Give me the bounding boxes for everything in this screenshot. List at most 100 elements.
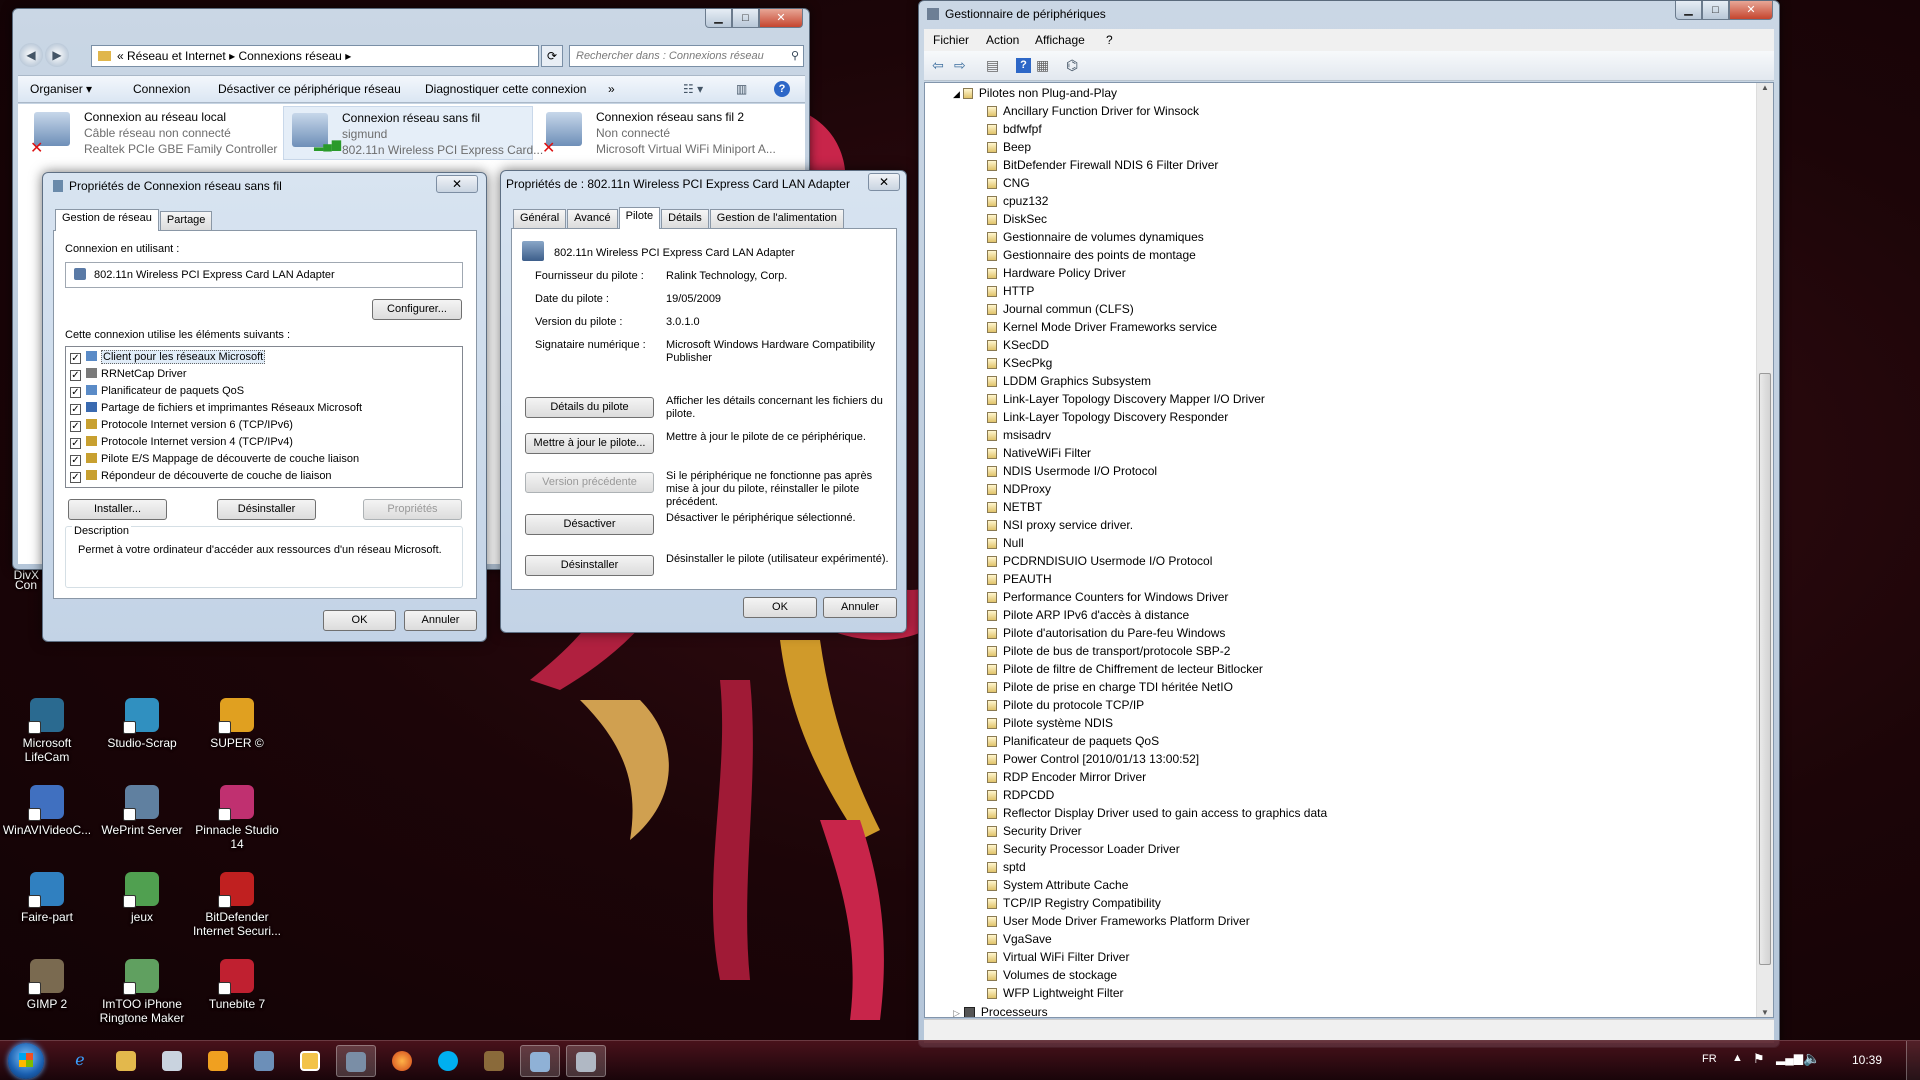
taskbar-media-icon[interactable]: [198, 1045, 238, 1077]
tab-details[interactable]: Détails: [661, 209, 709, 228]
connection-item[interactable]: ✕ Connexion réseau sans fil 2 Non connecté…: [538, 106, 788, 160]
driver-item[interactable]: Performance Counters for Windows Driver: [987, 588, 1327, 606]
driver-item[interactable]: NativeWiFi Filter: [987, 444, 1327, 462]
component-item[interactable]: ✓ Protocole Internet version 6 (TCP/IPv6): [66, 417, 462, 434]
close-button[interactable]: ✕: [868, 173, 900, 191]
checkbox[interactable]: ✓: [70, 421, 81, 432]
tab-networking[interactable]: Gestion de réseau: [55, 209, 159, 231]
tab-sharing[interactable]: Partage: [159, 211, 213, 230]
component-item[interactable]: ✓ Pilote E/S Mappage de découverte de cou…: [66, 451, 462, 468]
driver-item[interactable]: Power Control [2010/01/13 13:00:52]: [987, 750, 1327, 768]
taskbar-firefox-icon[interactable]: [382, 1045, 422, 1077]
cancel-button[interactable]: Annuler: [404, 610, 477, 631]
install-button[interactable]: Installer...: [68, 499, 167, 520]
driver-item[interactable]: Link-Layer Topology Discovery Mapper I/O…: [987, 390, 1327, 408]
checkbox[interactable]: ✓: [70, 353, 81, 364]
driver-item[interactable]: RDP Encoder Mirror Driver: [987, 768, 1327, 786]
taskbar-control-panel-icon[interactable]: [520, 1045, 560, 1077]
desktop-icon[interactable]: jeux: [95, 872, 189, 924]
taskbar-ie-icon[interactable]: ℯ: [60, 1045, 100, 1077]
driver-item[interactable]: Gestionnaire de volumes dynamiques: [987, 228, 1327, 246]
driver-item[interactable]: PEAUTH: [987, 570, 1327, 588]
view-options-icon[interactable]: ☷ ▾: [683, 76, 703, 103]
help-icon[interactable]: ?: [1016, 58, 1031, 73]
properties-button[interactable]: Propriétés: [363, 499, 462, 520]
driver-item[interactable]: NDProxy: [987, 480, 1327, 498]
driver-item[interactable]: Security Processor Loader Driver: [987, 840, 1327, 858]
driver-item[interactable]: HTTP: [987, 282, 1327, 300]
driver-item[interactable]: WFP Lightweight Filter: [987, 984, 1327, 1002]
driver-item[interactable]: Link-Layer Topology Discovery Responder: [987, 408, 1327, 426]
component-item[interactable]: ✓ Protocole Internet version 4 (TCP/IPv4): [66, 434, 462, 451]
view-icon[interactable]: ▤: [986, 51, 999, 79]
driver-item[interactable]: Ancillary Function Driver for Winsock: [987, 102, 1327, 120]
forward-icon[interactable]: ⇨: [954, 51, 966, 79]
scroll-thumb[interactable]: [1759, 373, 1771, 965]
driver-item[interactable]: KSecDD: [987, 336, 1327, 354]
driver-item[interactable]: System Attribute Cache: [987, 876, 1327, 894]
driver-item[interactable]: Beep: [987, 138, 1327, 156]
driver-item[interactable]: DiskSec: [987, 210, 1327, 228]
tab-advanced[interactable]: Avancé: [567, 209, 618, 228]
back-icon[interactable]: ◀: [19, 43, 43, 67]
search-input[interactable]: Rechercher dans : Connexions réseau ⚲: [569, 45, 804, 67]
ok-button[interactable]: OK: [743, 597, 817, 618]
help-icon[interactable]: ?: [774, 81, 790, 97]
taskbar-mail-icon[interactable]: [244, 1045, 284, 1077]
disable-device-button[interactable]: Désactiver ce périphérique réseau: [218, 76, 401, 103]
checkbox[interactable]: ✓: [70, 387, 81, 398]
tree-category[interactable]: ◢ Pilotes non Plug-and-Play: [953, 84, 1117, 102]
component-item[interactable]: ✓ Répondeur de découverte de couche de li…: [66, 468, 462, 485]
driver-item[interactable]: cpuz132: [987, 192, 1327, 210]
driver-action-button[interactable]: Version précédente: [525, 472, 654, 493]
desktop-icon[interactable]: BitDefender Internet Securi...: [190, 872, 284, 938]
minimize-button[interactable]: ▁: [1675, 1, 1702, 20]
tree-category[interactable]: ▷ Processeurs: [953, 1003, 1048, 1017]
uninstall-button[interactable]: Désinstaller: [217, 499, 316, 520]
taskbar-skype-icon[interactable]: [428, 1045, 468, 1077]
taskbar-tool-icon[interactable]: [474, 1045, 514, 1077]
driver-item[interactable]: RDPCDD: [987, 786, 1327, 804]
desktop-icon[interactable]: Faire-part: [0, 872, 94, 924]
component-item[interactable]: ✓ Client pour les réseaux Microsoft: [66, 349, 462, 366]
driver-item[interactable]: TCP/IP Registry Compatibility: [987, 894, 1327, 912]
breadcrumb-item[interactable]: Connexions réseau: [238, 49, 341, 63]
scan-hardware-icon[interactable]: ⌬: [1066, 51, 1078, 79]
desktop-icon[interactable]: ImTOO iPhone Ringtone Maker: [95, 959, 189, 1025]
driver-item[interactable]: Pilote système NDIS: [987, 714, 1327, 732]
driver-item[interactable]: Pilote d'autorisation du Pare-feu Window…: [987, 624, 1327, 642]
show-desktop-button[interactable]: [1906, 1041, 1920, 1080]
driver-item[interactable]: Reflector Display Driver used to gain ac…: [987, 804, 1327, 822]
desktop-icon[interactable]: Microsoft LifeCam: [0, 698, 94, 764]
start-button[interactable]: [8, 1043, 44, 1079]
tab-driver[interactable]: Pilote: [618, 207, 661, 229]
driver-item[interactable]: NETBT: [987, 498, 1327, 516]
driver-item[interactable]: Hardware Policy Driver: [987, 264, 1327, 282]
checkbox[interactable]: ✓: [70, 455, 81, 466]
desktop-icon[interactable]: Tunebite 7: [190, 959, 284, 1011]
taskbar-explorer-icon[interactable]: [106, 1045, 146, 1077]
more-button[interactable]: »: [608, 76, 615, 103]
volume-icon[interactable]: 🔈: [1803, 1050, 1820, 1067]
breadcrumb-item[interactable]: Réseau et Internet: [127, 49, 226, 63]
driver-item[interactable]: Pilote de bus de transport/protocole SBP…: [987, 642, 1327, 660]
taskbar-network-icon[interactable]: [336, 1045, 376, 1077]
driver-item[interactable]: Security Driver: [987, 822, 1327, 840]
maximize-button[interactable]: □: [732, 9, 759, 28]
tray-arrow-icon[interactable]: ▲: [1732, 1052, 1743, 1064]
checkbox[interactable]: ✓: [70, 472, 81, 483]
close-button[interactable]: ✕: [1729, 1, 1773, 20]
ok-button[interactable]: OK: [323, 610, 396, 631]
desktop-icon[interactable]: Pinnacle Studio 14: [190, 785, 284, 851]
scroll-up-icon[interactable]: ▲: [1757, 83, 1773, 92]
driver-item[interactable]: Journal commun (CLFS): [987, 300, 1327, 318]
driver-item[interactable]: Null: [987, 534, 1327, 552]
menu-file[interactable]: Fichier: [933, 29, 969, 51]
driver-item[interactable]: Kernel Mode Driver Frameworks service: [987, 318, 1327, 336]
taskbar-device-manager-icon[interactable]: [566, 1045, 606, 1077]
driver-item[interactable]: KSecPkg: [987, 354, 1327, 372]
checkbox[interactable]: ✓: [70, 404, 81, 415]
properties-icon[interactable]: ▦: [1036, 51, 1049, 79]
menu-help[interactable]: ?: [1106, 29, 1113, 51]
driver-item[interactable]: CNG: [987, 174, 1327, 192]
